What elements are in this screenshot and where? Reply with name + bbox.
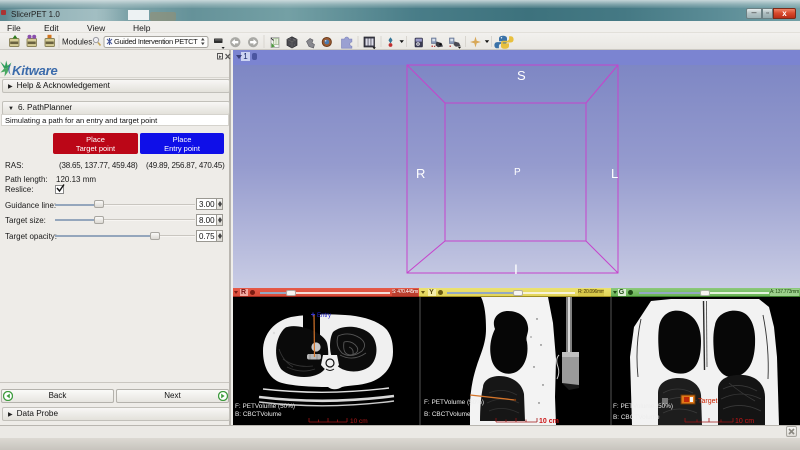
svg-text:L: L (611, 166, 618, 181)
svg-text:Modules:: Modules: (62, 38, 94, 47)
svg-text:S: S (517, 68, 526, 83)
svg-text:R: R (416, 166, 425, 181)
svg-text:B: CBCTVolume: B: CBCTVolume (613, 414, 660, 421)
svg-text:Target: Target (698, 398, 718, 405)
svg-text:F: PETVolume (50%): F: PETVolume (50%) (235, 403, 295, 410)
svg-text:B: CBCTVolume: B: CBCTVolume (424, 411, 471, 418)
svg-text:P: P (514, 167, 521, 178)
svg-text:10 cm: 10 cm (350, 418, 368, 425)
svg-text:Entry: Entry (317, 313, 331, 319)
svg-text:F: PETVolume (50%): F: PETVolume (50%) (424, 399, 484, 406)
svg-text:Guided Intervention PETCT: Guided Intervention PETCT (114, 37, 198, 46)
svg-text:10 cm: 10 cm (735, 418, 754, 425)
svg-text:B: CBCTVolume: B: CBCTVolume (235, 411, 282, 418)
svg-text:I: I (514, 261, 518, 277)
svg-text:10 cm: 10 cm (539, 418, 559, 425)
svg-text:F: PETVolume (50%): F: PETVolume (50%) (613, 403, 673, 410)
